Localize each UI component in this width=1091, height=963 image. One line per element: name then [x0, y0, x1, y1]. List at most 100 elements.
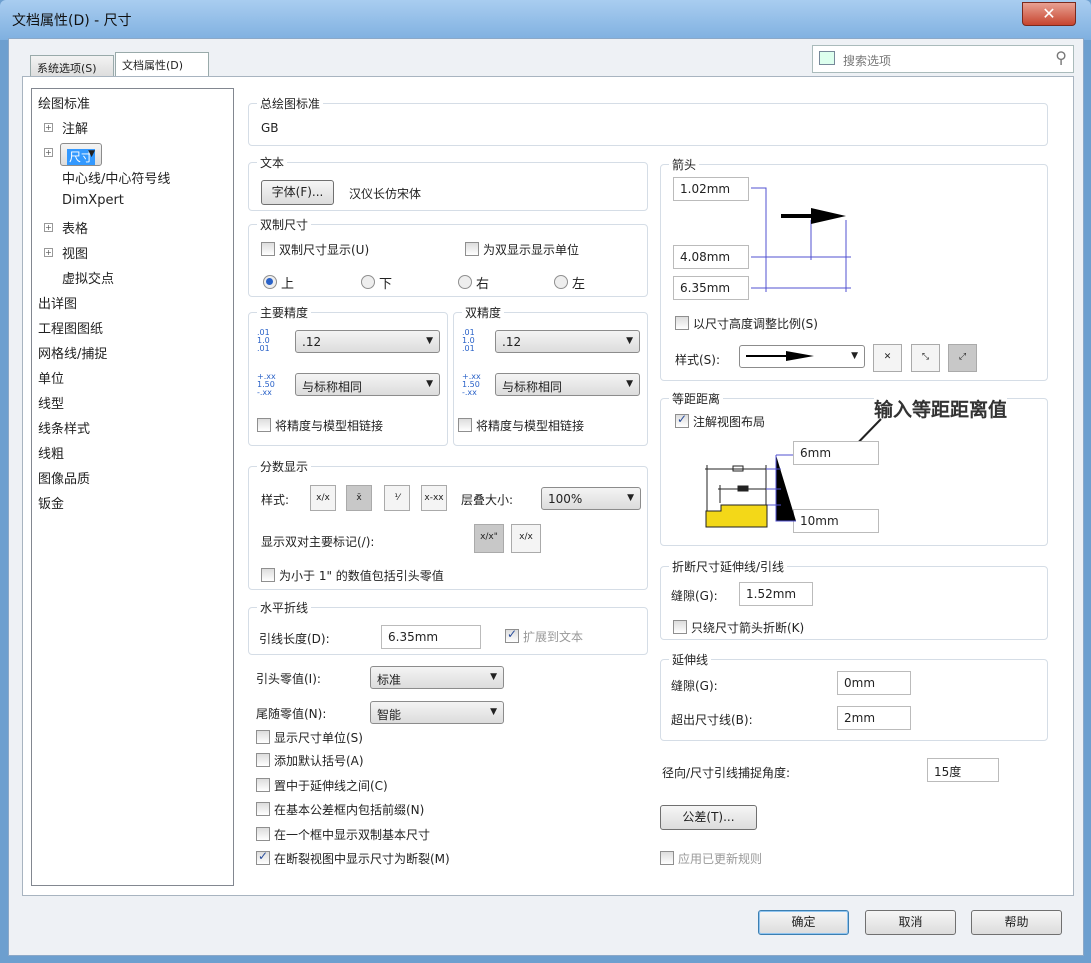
arrow-inside-icon[interactable]: ⤡	[911, 344, 940, 372]
tree-item[interactable]: 表格	[62, 218, 88, 237]
font-name: 汉仪长仿宋体	[349, 187, 422, 201]
tree-item[interactable]: 单位	[38, 368, 64, 387]
tree-item[interactable]: 中心线/中心符号线	[62, 168, 170, 187]
callout-annotation: 输入等距距离值	[874, 395, 1008, 422]
option-checkbox[interactable]: 显示尺寸单位(S)	[256, 729, 363, 746]
option-checkbox[interactable]: 添加默认括号(A)	[256, 752, 364, 769]
extension-gap-input[interactable]: 0mm	[837, 671, 911, 695]
radio-bottom[interactable]: 下	[361, 273, 392, 292]
arrow-style-label: 样式(S):	[675, 353, 721, 367]
tree-item[interactable]: 线条样式	[38, 418, 90, 437]
break-arrow-only-checkbox[interactable]: 只绕尺寸箭头折断(K)	[673, 619, 804, 636]
ok-button[interactable]: 确定	[758, 910, 849, 935]
option-checkbox[interactable]: 在基本公差框内包括前缀(N)	[256, 801, 424, 818]
font-button[interactable]: 字体(F)...	[261, 180, 334, 205]
tolerance-button[interactable]: 公差(T)...	[660, 805, 757, 830]
dual-precision-select[interactable]: .12	[495, 330, 640, 353]
dual-mark-off-icon[interactable]: x/x	[511, 524, 541, 553]
window-title: 文档属性(D) - 尺寸	[12, 13, 132, 29]
expand-icon[interactable]: +	[44, 248, 53, 257]
option-checkbox[interactable]: 在一个框中显示双制基本尺寸	[256, 826, 430, 843]
leader-length-input[interactable]: 6.35mm	[381, 625, 481, 649]
base-offset-input[interactable]: 10mm	[793, 509, 879, 533]
offset-distance-input[interactable]: 6mm	[793, 441, 879, 465]
tree-item[interactable]: 绘图标准	[38, 93, 90, 112]
fraction-diagonal-icon[interactable]: ⅟	[384, 485, 410, 511]
option-checkbox[interactable]: 置中于延伸线之间(C)	[256, 777, 388, 794]
fraction-dash-icon[interactable]: x-xx	[421, 485, 447, 511]
annotation-layout-checkbox[interactable]: 注解视图布局	[675, 412, 765, 430]
tree-item[interactable]: 虚拟交点	[62, 268, 114, 287]
radio-left[interactable]: 左	[554, 273, 585, 292]
extension-gap-label: 缝隙(G):	[671, 679, 718, 693]
apply-rules-checkbox[interactable]: 应用已更新规则	[660, 850, 762, 867]
extend-to-text-checkbox[interactable]: 扩展到文本	[505, 627, 583, 645]
arrow-smart-icon[interactable]: ⤢	[948, 344, 977, 372]
tree-item[interactable]: 线型	[38, 393, 64, 412]
arrow-outside-icon[interactable]: ✕	[873, 344, 902, 372]
radial-snap-input[interactable]: 15度	[927, 758, 999, 782]
primary-link-checkbox[interactable]: 将精度与模型相链接	[257, 417, 383, 434]
tree-item[interactable]: 图像品质	[38, 468, 90, 487]
tree-item[interactable]: 钣金	[38, 493, 64, 512]
dual-tolerance-select[interactable]: 与标称相同	[495, 373, 640, 396]
break-lines-group: 折断尺寸延伸线/引线 缝隙(G): 1.52mm 只绕尺寸箭头折断(K)	[660, 558, 1048, 640]
tree-item[interactable]: 注解	[62, 118, 88, 137]
tab-system-options[interactable]: 系统选项(S)	[30, 55, 114, 77]
precision-icon: .01 1.0.01	[257, 328, 270, 353]
cancel-button[interactable]: 取消	[865, 910, 956, 935]
arrow-width-input[interactable]: 1.02mm	[673, 177, 749, 201]
scale-arrow-checkbox[interactable]: 以尺寸高度调整比例(S)	[675, 315, 818, 332]
text-group: 文本 字体(F)... 汉仪长仿宋体	[248, 154, 648, 211]
arrow-length-input[interactable]: 4.08mm	[673, 245, 749, 269]
trailing-zeros-select[interactable]: 智能	[370, 701, 504, 724]
dual-units-checkbox[interactable]: 为双显示显示单位	[465, 241, 579, 258]
stack-size-select[interactable]: 100%	[541, 487, 641, 510]
tab-document-properties[interactable]: 文档属性(D)	[115, 52, 209, 77]
dual-mark-on-icon[interactable]: x/x"	[474, 524, 504, 553]
tree-item[interactable]: 线粗	[38, 443, 64, 462]
primary-precision-group: 主要精度 .011.0.01 .12 +.xx1.50-.xx 与标称相同 将精…	[248, 304, 448, 446]
expand-icon[interactable]: +	[44, 148, 53, 157]
group-title: 双精度	[462, 304, 505, 321]
beyond-line-input[interactable]: 2mm	[837, 706, 911, 730]
break-gap-input[interactable]: 1.52mm	[739, 582, 813, 606]
option-checkbox[interactable]: 在断裂视图中显示尺寸为断裂(M)	[256, 849, 450, 867]
expand-icon[interactable]: +	[44, 123, 53, 132]
category-tree[interactable]: 绘图标准 + 注解 + 尺寸 中心线/中心符号线 DimXpert + 表格 +…	[31, 88, 234, 886]
style-label: 样式:	[261, 493, 290, 507]
fraction-stacked-icon[interactable]: x̄	[346, 485, 372, 511]
leading-zero-checkbox[interactable]: 为小于 1" 的数值包括引头零值	[261, 567, 444, 584]
close-button[interactable]: ✕	[1022, 2, 1076, 26]
arrow-style-select[interactable]	[739, 345, 865, 368]
dual-precision-group: 双精度 .011.0.01 .12 +.xx1.50-.xx 与标称相同 将精度…	[453, 304, 648, 446]
beyond-line-label: 超出尺寸线(B):	[671, 713, 753, 727]
dual-display-checkbox[interactable]: 双制尺寸显示(U)	[261, 241, 369, 258]
radial-snap-label: 径向/尺寸引线捕捉角度:	[662, 766, 791, 780]
leader-length-label: 引线长度(D):	[259, 632, 330, 646]
primary-tolerance-select[interactable]: 与标称相同	[295, 373, 440, 396]
leading-zeros-select[interactable]: 标准	[370, 666, 504, 689]
arrow-bounding-input[interactable]: 6.35mm	[673, 276, 749, 300]
fraction-inline-icon[interactable]: x/x	[310, 485, 336, 511]
radio-right[interactable]: 右	[458, 273, 489, 292]
offset-distance-group: 等距距离 注解视图布局 输入等距距离值 6mm 10mm	[660, 390, 1048, 546]
tree-item-selected[interactable]: 尺寸	[60, 143, 103, 166]
help-button[interactable]: 帮助	[971, 910, 1062, 935]
tree-item[interactable]: 视图	[62, 243, 88, 262]
tree-item[interactable]: 出详图	[38, 293, 77, 312]
tree-item[interactable]: DimXpert	[62, 193, 124, 208]
dual-link-checkbox[interactable]: 将精度与模型相链接	[458, 417, 584, 434]
radio-top[interactable]: 上	[263, 273, 294, 292]
search-input[interactable]: 搜索选项 ⚲	[812, 45, 1074, 73]
primary-precision-select[interactable]: .12	[295, 330, 440, 353]
precision-icon: .01 1.0.01	[462, 328, 475, 353]
arrow-diagram-icon	[751, 187, 851, 292]
trailing-zeros-label: 尾随零值(N):	[256, 707, 327, 721]
horizontal-jog-group: 水平折线 引线长度(D): 6.35mm 扩展到文本	[248, 599, 648, 655]
expand-icon[interactable]: +	[44, 223, 53, 232]
group-title: 文本	[257, 154, 288, 171]
tree-item[interactable]: 网格线/捕捉	[38, 343, 107, 362]
search-icon[interactable]: ⚲	[1055, 48, 1067, 67]
tree-item[interactable]: 工程图图纸	[38, 318, 103, 337]
